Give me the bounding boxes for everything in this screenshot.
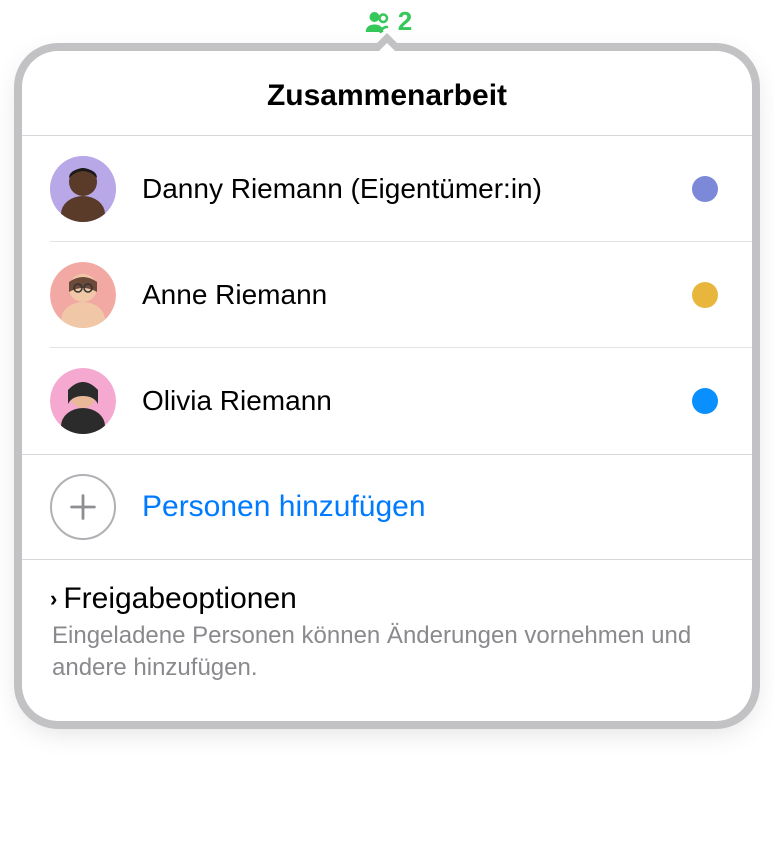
person-name: Olivia Riemann [142,385,692,417]
share-options-title: Freigabeoptionen [63,582,297,616]
person-name: Anne Riemann [142,279,692,311]
add-people-label: Personen hinzufügen [142,490,426,524]
status-dot [692,388,718,414]
plus-icon [50,474,116,540]
chevron-right-icon: › [50,586,57,612]
popover-header: Zusammenarbeit [22,51,752,136]
share-options-button[interactable]: › Freigabeoptionen Eingeladene Personen … [22,560,752,721]
share-options-description: Eingeladene Personen können Änderungen v… [50,620,718,685]
add-people-button[interactable]: Personen hinzufügen [22,454,752,560]
person-name: Danny Riemann (Eigentümer:in) [142,173,692,205]
collaboration-popover: Zusammenarbeit Danny Riemann (Eigentümer… [22,51,752,721]
people-list: Danny Riemann (Eigentümer:in) Anne Riema… [22,136,752,454]
person-row[interactable]: Olivia Riemann [50,348,752,454]
person-row-owner[interactable]: Danny Riemann (Eigentümer:in) [50,136,752,242]
people-icon [362,7,392,37]
popover-title: Zusammenarbeit [22,79,752,113]
status-dot [692,282,718,308]
status-dot [692,176,718,202]
avatar [50,156,116,222]
avatar [50,262,116,328]
avatar [50,368,116,434]
person-row[interactable]: Anne Riemann [50,242,752,348]
